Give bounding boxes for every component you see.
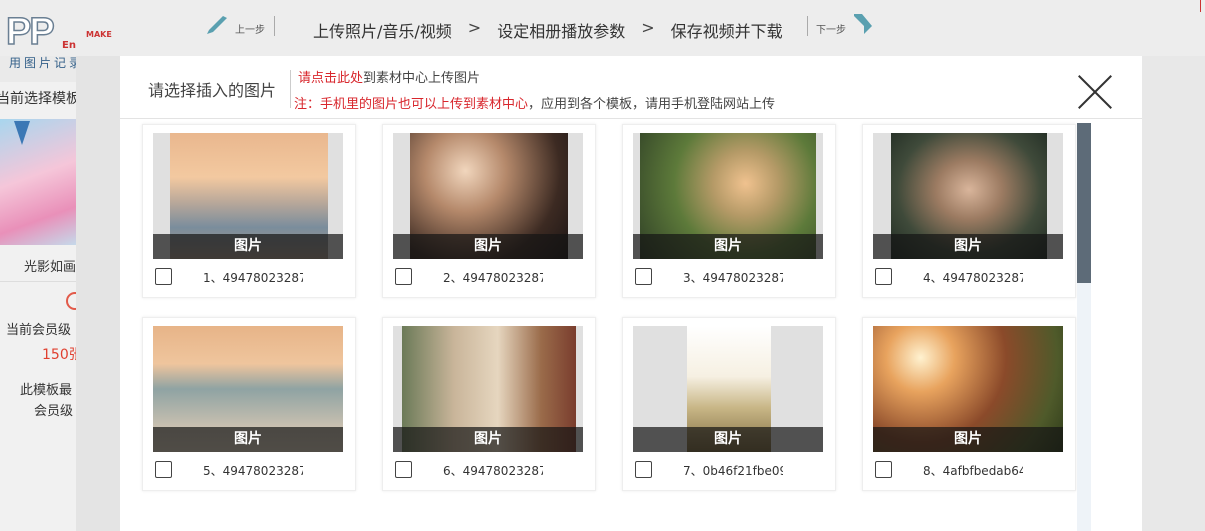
image-card[interactable]: 图片 4、494780232879 [862,124,1076,298]
step-separator: > [641,18,655,37]
next-step-button[interactable]: 下一步 [816,12,874,36]
image-thumbnail: 图片 [393,133,583,259]
mobile-note-text: ，应用到各个模板，请用手机登陆网站上传 [528,97,776,112]
template-caption: 光影如画 [24,260,77,275]
pencil-icon [207,16,227,34]
upload-link[interactable]: 请点击此处 [298,71,363,86]
logo-mark: PP [5,11,55,53]
select-checkbox[interactable] [395,461,412,478]
logo-make-text: MAKE [86,30,112,39]
dialog-title: 请选择插入的图片 [148,81,277,100]
image-type-label: 图片 [153,427,343,452]
template-preview[interactable] [0,119,76,245]
logo-subtitle: 用图片记录 [9,56,85,70]
image-thumbnail: 图片 [393,326,583,452]
image-thumbnail: 图片 [153,326,343,452]
image-filename: 1、494780232879 [203,271,303,285]
step-breadcrumb: 上传照片/音乐/视频 > 设定相册播放参数 > 保存视频并下载 [313,18,783,42]
prev-step-label: 上一步 [235,25,265,36]
image-filename: 5、494780232879 [203,464,303,478]
upload-hint: 请点击此处到素材中心上传图片 [298,67,480,86]
image-filename: 2、494780232879 [443,271,543,285]
close-icon[interactable] [1076,73,1114,111]
overlay-backdrop [76,56,120,531]
overlay-backdrop-right [1142,56,1205,531]
header-divider [290,70,291,108]
nav-divider [807,16,808,36]
image-card[interactable]: 图片 1、494780232879 [142,124,356,298]
image-type-label: 图片 [393,234,583,259]
step-settings[interactable]: 设定相册播放参数 [497,18,625,42]
step-upload[interactable]: 上传照片/音乐/视频 [313,18,452,42]
select-checkbox[interactable] [635,268,652,285]
dialog-header: 请选择插入的图片 请点击此处到素材中心上传图片 注：手机里的图片也可以上传到素材… [120,56,1142,119]
member-level-label: 当前会员级 [6,323,72,338]
image-thumbnail: 图片 [873,326,1063,452]
image-type-label: 图片 [873,234,1063,259]
image-filename: 3、494780232879 [683,271,783,285]
image-card[interactable]: 图片 2、494780232879 [382,124,596,298]
sidebar-title: 当前选择模板 [0,91,80,107]
template-sidebar: 当前选择模板 光影如画 当前会员级 150张 此模板最 会员级 [0,82,84,531]
select-checkbox[interactable] [395,268,412,285]
sidebar-divider [0,281,76,282]
template-note-level: 会员级 [34,404,74,419]
image-thumbnail: 图片 [633,326,823,452]
image-filename: 7、0b46f21fbe09 [683,464,783,478]
image-type-label: 图片 [633,234,823,259]
image-card[interactable]: 图片 7、0b46f21fbe09 [622,317,836,491]
image-card[interactable]: 图片 5、494780232879 [142,317,356,491]
mobile-note: 注：手机里的图片也可以上传到素材中心，应用到各个模板，请用手机登陆网站上传 [294,93,775,112]
scrollbar-thumb[interactable] [1077,123,1091,283]
prev-step-button[interactable]: 上一步 [205,14,265,36]
image-thumbnail: 图片 [633,133,823,259]
image-filename: 6、494780232879 [443,464,543,478]
template-thumbnail [0,119,76,245]
image-type-label: 图片 [153,234,343,259]
image-filename: 4、494780232879 [923,271,1023,285]
top-bar: PP MAKE En 用图片记录 上一步 上传照片/音乐/视频 > 设定相册播放… [0,0,1205,70]
image-picker-dialog: 请选择插入的图片 请点击此处到素材中心上传图片 注：手机里的图片也可以上传到素材… [120,56,1142,531]
next-step-label: 下一步 [816,25,846,36]
step-separator: > [467,18,482,37]
image-thumbnail: 图片 [153,133,343,259]
image-thumbnail: 图片 [873,133,1063,259]
image-card[interactable]: 图片 3、494780232879 [622,124,836,298]
logo-en-text: En [62,40,76,51]
scrollbar[interactable] [1077,123,1091,531]
select-checkbox[interactable] [635,461,652,478]
select-checkbox[interactable] [875,461,892,478]
edge-marker [1200,0,1201,12]
image-card[interactable]: 图片 6、494780232879 [382,317,596,491]
image-type-label: 图片 [873,427,1063,452]
image-grid: 图片 1、494780232879 图片 2、494780232879 图片 3… [120,119,1080,531]
image-type-label: 图片 [393,427,583,452]
arrow-right-icon [854,14,872,34]
image-type-label: 图片 [633,427,823,452]
marker-icon [14,121,30,145]
nav-divider [274,16,275,36]
upload-hint-text: 到素材中心上传图片 [363,71,481,86]
image-card[interactable]: 图片 8、4afbfbedab64 [862,317,1076,491]
select-checkbox[interactable] [875,268,892,285]
mobile-note-highlight: 注：手机里的图片也可以上传到素材中心 [294,97,529,112]
select-checkbox[interactable] [155,461,172,478]
step-save[interactable]: 保存视频并下载 [671,18,783,42]
template-note: 此模板最 [20,383,73,398]
select-checkbox[interactable] [155,268,172,285]
image-filename: 8、4afbfbedab64 [923,464,1023,478]
